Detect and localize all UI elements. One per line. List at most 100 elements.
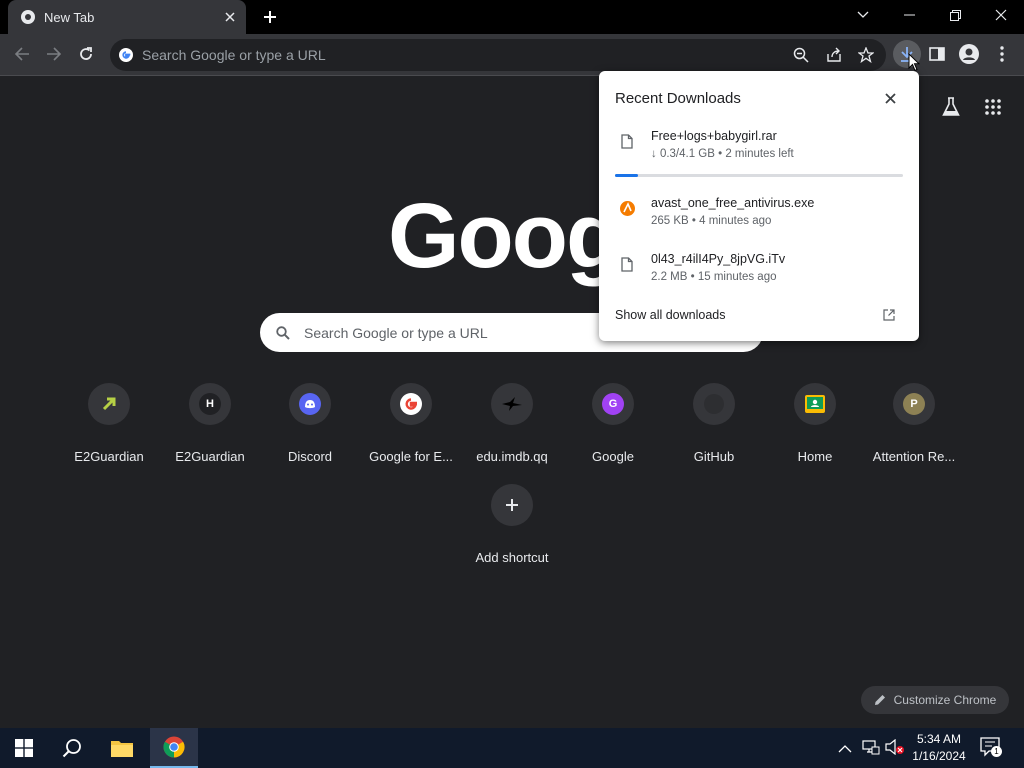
new-tab-button[interactable]: [256, 4, 284, 30]
avast-icon: [618, 199, 636, 217]
tab-new-tab[interactable]: New Tab: [8, 0, 246, 34]
download-filename: Free+logs+babygirl.rar: [651, 129, 777, 143]
tab-close-icon[interactable]: [218, 5, 242, 29]
tab-search-icon[interactable]: [840, 0, 886, 30]
file-explorer-icon[interactable]: [98, 728, 146, 768]
add-shortcut-circle: [491, 484, 533, 526]
labs-flask-icon[interactable]: [938, 94, 964, 120]
pencil-icon: [874, 695, 885, 705]
shortcut-tile[interactable]: edu.imdb.qq: [462, 378, 562, 468]
downloads-close-icon[interactable]: [878, 87, 902, 109]
toolbar: Search Google or type a URL: [0, 34, 1024, 76]
shortcut-icon-circle: [289, 383, 331, 425]
shortcut-icon-circle: [693, 383, 735, 425]
download-status: ↓ 0.3/4.1 GB • 2 minutes left: [651, 148, 794, 160]
shortcut-tile[interactable]: P Attention Re...: [864, 378, 964, 468]
file-icon: [618, 132, 636, 150]
menu-kebab-icon[interactable]: [988, 40, 1016, 68]
letter-p-icon: P: [903, 393, 925, 415]
search-icon: [276, 325, 290, 340]
show-all-downloads-link[interactable]: Show all downloads: [615, 308, 726, 322]
shortcut-tile[interactable]: Google for E...: [361, 378, 461, 468]
bookmark-star-icon[interactable]: [852, 41, 880, 69]
download-item[interactable]: avast_one_free_antivirus.exe 265 KB • 4 …: [599, 196, 919, 246]
notification-badge: 1: [991, 746, 1002, 757]
shortcut-icon-circle: H: [189, 383, 231, 425]
taskbar: 5:34 AM 1/16/2024 1: [0, 728, 1024, 768]
shortcut-tile[interactable]: Discord: [260, 378, 360, 468]
omnibox[interactable]: Search Google or type a URL: [110, 39, 886, 71]
e2guardian-icon: [102, 397, 116, 411]
discord-icon: [299, 393, 321, 415]
share-icon[interactable]: [820, 41, 848, 69]
github-icon: [704, 394, 724, 414]
plus-icon: [506, 499, 518, 511]
shortcut-label: Discord: [287, 449, 333, 464]
download-item[interactable]: Free+logs+babygirl.rar ↓ 0.3/4.1 GB • 2 …: [599, 129, 919, 179]
network-icon[interactable]: [862, 739, 880, 757]
shortcut-label: E2Guardian: [175, 449, 245, 464]
letter-h-icon: H: [199, 393, 221, 415]
clock-time: 5:34 AM: [916, 732, 962, 746]
windows-start-icon[interactable]: [0, 728, 48, 768]
notification-center-icon[interactable]: 1: [980, 737, 1004, 759]
shortcut-tile[interactable]: H E2Guardian: [160, 378, 260, 468]
open-in-new-icon[interactable]: [883, 308, 899, 324]
shortcut-label: Attention Re...: [872, 449, 956, 464]
chrome-icon: [21, 10, 35, 24]
shortcut-icon-circle: [390, 383, 432, 425]
letter-g-icon: G: [602, 393, 624, 415]
tray-chevron-up-icon[interactable]: [838, 740, 854, 756]
download-progress-bar: [615, 174, 903, 177]
back-icon[interactable]: [8, 40, 36, 68]
shortcut-label: E2Guardian: [74, 449, 144, 464]
classroom-icon: [805, 395, 825, 413]
side-panel-icon[interactable]: [923, 40, 951, 68]
shortcut-icon-circle: P: [893, 383, 935, 425]
shortcut-label: edu.imdb.qq: [476, 449, 548, 464]
volume-muted-icon[interactable]: [885, 738, 905, 757]
downloads-bubble: Recent Downloads Free+logs+babygirl.rar …: [599, 71, 919, 341]
zoom-icon[interactable]: [787, 41, 815, 69]
profile-avatar-icon[interactable]: [955, 40, 983, 68]
shortcut-icon-circle: [491, 383, 533, 425]
mouse-cursor-icon: [908, 53, 920, 72]
add-shortcut-button[interactable]: Add shortcut: [462, 479, 562, 569]
minimize-icon[interactable]: [886, 0, 932, 30]
shortcut-icon-circle: [794, 383, 836, 425]
chrome-taskbar-icon[interactable]: [150, 728, 198, 768]
downloads-title: Recent Downloads: [615, 90, 741, 107]
clock[interactable]: 5:34 AM 1/16/2024: [906, 731, 972, 765]
download-progress-fill: [615, 174, 639, 177]
omnibox-placeholder: Search Google or type a URL: [142, 47, 326, 63]
download-filename: 0l43_r4ilI4Py_8jpVG.iTv: [651, 252, 786, 266]
clock-date: 1/16/2024: [912, 749, 966, 763]
shortcut-label: Home: [797, 449, 833, 464]
bird-icon: [502, 397, 522, 411]
download-status: 2.2 MB • 15 minutes ago: [651, 271, 777, 283]
google-g-icon: [119, 48, 133, 62]
tab-title: New Tab: [44, 9, 95, 25]
close-window-icon[interactable]: [978, 0, 1024, 30]
download-filename: avast_one_free_antivirus.exe: [651, 196, 815, 210]
shortcut-label: Google: [592, 449, 634, 464]
shortcut-tile[interactable]: GitHub: [664, 378, 764, 468]
google-g-icon: [400, 393, 422, 415]
restore-icon[interactable]: [932, 0, 978, 30]
download-status: 265 KB • 4 minutes ago: [651, 215, 772, 227]
shortcut-tile[interactable]: E2Guardian: [59, 378, 159, 468]
shortcut-tile[interactable]: G Google: [563, 378, 663, 468]
download-item[interactable]: 0l43_r4ilI4Py_8jpVG.iTv 2.2 MB • 15 minu…: [599, 252, 919, 302]
shortcut-tile[interactable]: Home: [765, 378, 865, 468]
customize-chrome-label: Customize Chrome: [893, 693, 997, 707]
search-taskbar-icon[interactable]: [48, 728, 96, 768]
shortcut-label: Google for E...: [369, 449, 453, 464]
customize-chrome-button[interactable]: Customize Chrome: [861, 686, 1009, 714]
reload-icon[interactable]: [72, 40, 100, 68]
tab-strip: New Tab: [0, 0, 1024, 34]
forward-icon[interactable]: [40, 40, 68, 68]
add-shortcut-label: Add shortcut: [475, 550, 549, 565]
shortcut-icon-circle: G: [592, 383, 634, 425]
apps-grid-icon[interactable]: [980, 94, 1006, 120]
shortcut-icon-circle: [88, 383, 130, 425]
